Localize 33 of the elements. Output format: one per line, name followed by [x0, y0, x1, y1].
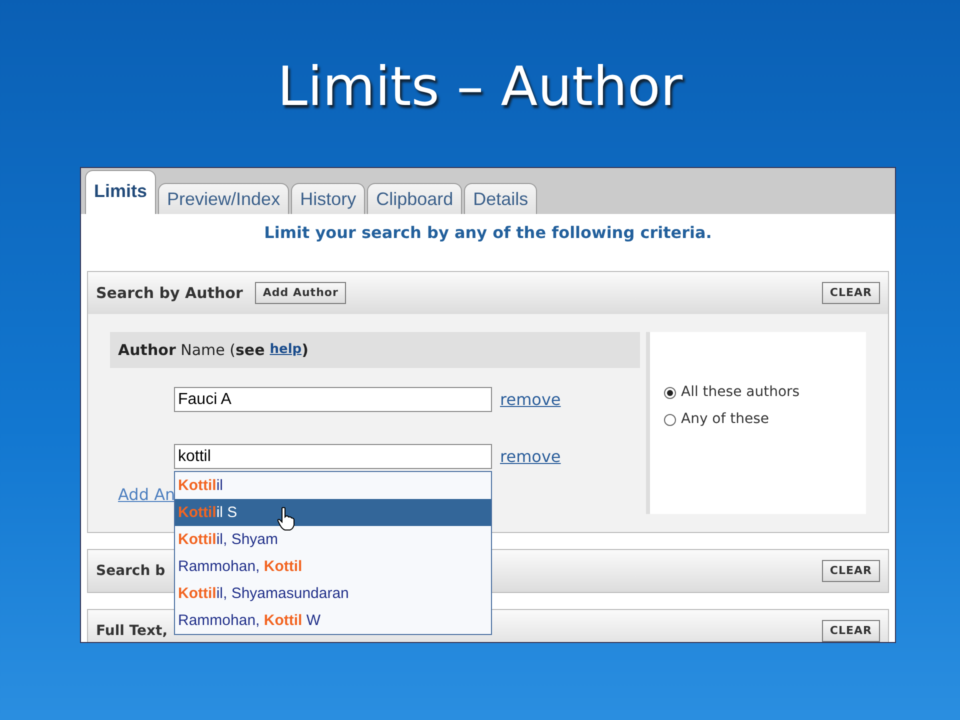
tab[interactable]: Limits [85, 170, 156, 214]
suggestion-item[interactable]: Kottilil [175, 472, 491, 499]
radio-button[interactable] [664, 414, 676, 426]
hand-cursor-icon [277, 507, 295, 531]
tab[interactable]: Preview/Index [158, 183, 290, 214]
remove-link[interactable]: remove [500, 388, 561, 412]
suggestion-item[interactable]: Rammohan, Kottil W [175, 607, 491, 634]
add-another-link[interactable]: Add An [118, 483, 176, 507]
intro-text: Limit your search by any of the following criteria. [263, 222, 713, 244]
heading-text: ) [302, 340, 308, 361]
suggestion-item[interactable]: Kottilil, Shyamasundaran [175, 580, 491, 607]
section-title: Full Text, [96, 622, 168, 640]
radio-label: All these authors [681, 383, 800, 402]
clear-button[interactable]: CLEAR [822, 620, 880, 642]
suggestion-item[interactable]: Kottilil, Shyam [175, 526, 491, 553]
clear-button[interactable]: CLEAR [822, 282, 880, 304]
radio-label: Any of these [681, 410, 770, 429]
tab[interactable]: History [291, 183, 366, 214]
slide-title: Limits – Author [276, 54, 684, 120]
tab[interactable]: Clipboard [367, 183, 462, 214]
add-author-button[interactable]: Add Author [254, 282, 346, 304]
tab[interactable]: Details [464, 183, 538, 214]
help-link[interactable]: help [270, 340, 302, 360]
author-input-field[interactable]: Fauci A [174, 387, 492, 412]
suggestion-item[interactable]: Rammohan, Kottil [175, 553, 491, 580]
remove-link[interactable]: remove [500, 444, 561, 468]
clear-button[interactable]: CLEAR [822, 560, 880, 582]
radio-button[interactable] [664, 386, 676, 398]
suggestion-item[interactable]: Kottilil S [175, 499, 491, 526]
heading-text: Author Name (see [118, 340, 265, 361]
author-input-field[interactable]: kottil [174, 444, 492, 469]
section-title: Search b [96, 562, 166, 580]
section-title: Search by Author [96, 282, 243, 304]
